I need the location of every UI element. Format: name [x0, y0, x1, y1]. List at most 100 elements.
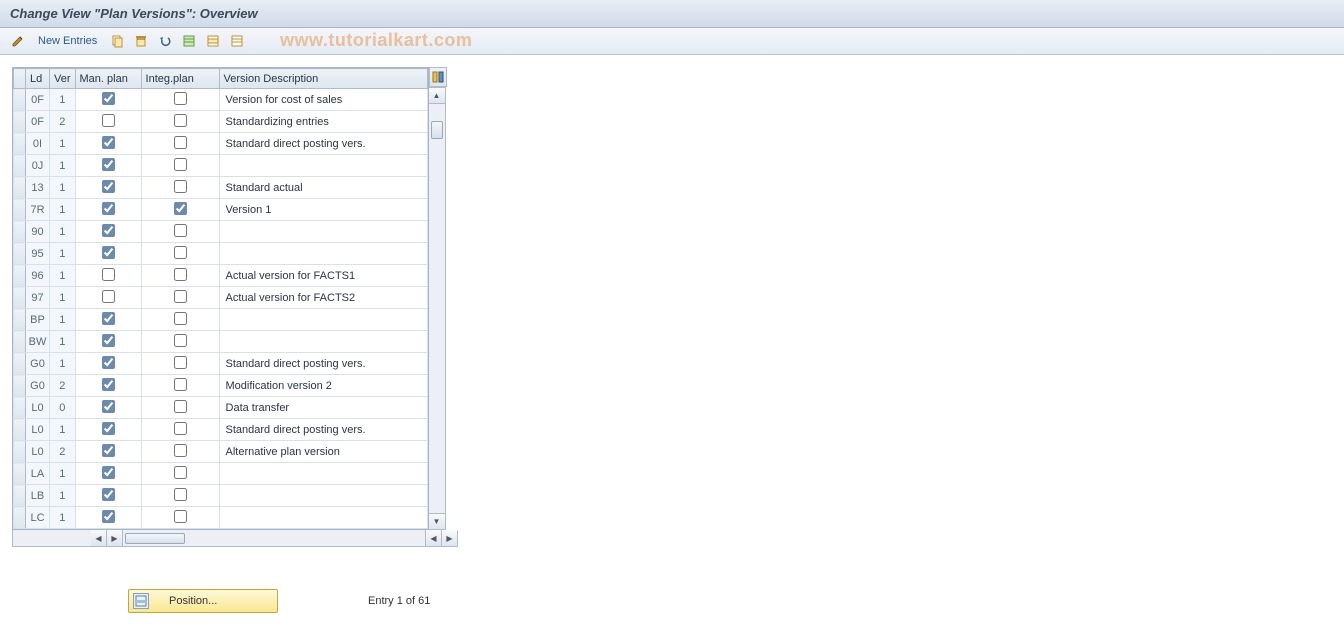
man-plan-checkbox[interactable] [102, 334, 115, 347]
toggle-display-change-icon[interactable] [8, 31, 28, 51]
cell-ld[interactable]: L0 [26, 441, 50, 463]
cell-integ-plan[interactable] [141, 265, 219, 287]
column-header-integ-plan[interactable]: Integ.plan [141, 69, 219, 89]
man-plan-checkbox[interactable] [102, 400, 115, 413]
integ-plan-checkbox[interactable] [174, 202, 187, 215]
cell-ver[interactable]: 1 [50, 265, 76, 287]
man-plan-checkbox[interactable] [102, 356, 115, 369]
integ-plan-checkbox[interactable] [174, 246, 187, 259]
delete-icon[interactable] [131, 31, 151, 51]
copy-as-icon[interactable] [107, 31, 127, 51]
cell-ld[interactable]: 96 [26, 265, 50, 287]
vertical-scrollbar[interactable]: ▲ ▼ [429, 87, 446, 530]
cell-integ-plan[interactable] [141, 507, 219, 529]
row-selector[interactable] [14, 177, 26, 199]
cell-man-plan[interactable] [75, 397, 141, 419]
table-row[interactable]: 131Standard actual [14, 177, 428, 199]
cell-ver[interactable]: 1 [50, 353, 76, 375]
cell-ver[interactable]: 1 [50, 331, 76, 353]
man-plan-checkbox[interactable] [102, 202, 115, 215]
cell-ld[interactable]: 90 [26, 221, 50, 243]
configure-columns-icon[interactable] [429, 67, 447, 87]
man-plan-checkbox[interactable] [102, 466, 115, 479]
cell-ver[interactable]: 1 [50, 485, 76, 507]
cell-ld[interactable]: L0 [26, 397, 50, 419]
integ-plan-checkbox[interactable] [174, 92, 187, 105]
man-plan-checkbox[interactable] [102, 312, 115, 325]
cell-ld[interactable]: G0 [26, 353, 50, 375]
integ-plan-checkbox[interactable] [174, 466, 187, 479]
cell-ver[interactable]: 1 [50, 177, 76, 199]
cell-integ-plan[interactable] [141, 199, 219, 221]
integ-plan-checkbox[interactable] [174, 180, 187, 193]
cell-integ-plan[interactable] [141, 155, 219, 177]
table-row[interactable]: 951 [14, 243, 428, 265]
cell-man-plan[interactable] [75, 221, 141, 243]
man-plan-checkbox[interactable] [102, 136, 115, 149]
table-row[interactable]: G01Standard direct posting vers. [14, 353, 428, 375]
new-entries-button[interactable]: New Entries [32, 33, 103, 49]
cell-integ-plan[interactable] [141, 243, 219, 265]
row-selector[interactable] [14, 243, 26, 265]
cell-man-plan[interactable] [75, 507, 141, 529]
integ-plan-checkbox[interactable] [174, 290, 187, 303]
man-plan-checkbox[interactable] [102, 510, 115, 523]
scroll-down-icon[interactable]: ▼ [429, 513, 445, 529]
cell-description[interactable]: Standard direct posting vers. [219, 133, 427, 155]
man-plan-checkbox[interactable] [102, 422, 115, 435]
row-selector[interactable] [14, 331, 26, 353]
row-selector[interactable] [14, 221, 26, 243]
man-plan-checkbox[interactable] [102, 444, 115, 457]
cell-integ-plan[interactable] [141, 177, 219, 199]
cell-ld[interactable]: 7R [26, 199, 50, 221]
row-selector[interactable] [14, 353, 26, 375]
cell-ver[interactable]: 1 [50, 507, 76, 529]
man-plan-checkbox[interactable] [102, 268, 115, 281]
scroll-thumb-horizontal[interactable] [125, 533, 185, 544]
cell-man-plan[interactable] [75, 243, 141, 265]
table-row[interactable]: 961 Actual version for FACTS1 [14, 265, 428, 287]
table-row[interactable]: 0J1 [14, 155, 428, 177]
cell-ver[interactable]: 1 [50, 89, 76, 111]
cell-description[interactable]: Standard actual [219, 177, 427, 199]
man-plan-checkbox[interactable] [102, 224, 115, 237]
integ-plan-checkbox[interactable] [174, 378, 187, 391]
table-row[interactable]: 0F2Standardizing entries [14, 111, 428, 133]
man-plan-checkbox[interactable] [102, 114, 115, 127]
cell-description[interactable]: Data transfer [219, 397, 427, 419]
table-row[interactable]: G02Modification version 2 [14, 375, 428, 397]
deselect-all-icon[interactable] [227, 31, 247, 51]
row-selector[interactable] [14, 287, 26, 309]
cell-ld[interactable]: L0 [26, 419, 50, 441]
cell-ver[interactable]: 2 [50, 111, 76, 133]
cell-description[interactable] [219, 309, 427, 331]
cell-description[interactable]: Actual version for FACTS1 [219, 265, 427, 287]
row-selector[interactable] [14, 155, 26, 177]
cell-integ-plan[interactable] [141, 463, 219, 485]
row-selector[interactable] [14, 463, 26, 485]
column-header-man-plan[interactable]: Man. plan [75, 69, 141, 89]
cell-man-plan[interactable] [75, 353, 141, 375]
cell-integ-plan[interactable] [141, 441, 219, 463]
cell-ver[interactable]: 2 [50, 441, 76, 463]
man-plan-checkbox[interactable] [102, 246, 115, 259]
table-row[interactable]: 971Actual version for FACTS2 [14, 287, 428, 309]
select-all-icon[interactable] [179, 31, 199, 51]
cell-ld[interactable]: BP [26, 309, 50, 331]
cell-ver[interactable]: 1 [50, 243, 76, 265]
cell-man-plan[interactable] [75, 265, 141, 287]
table-row[interactable]: L02Alternative plan version [14, 441, 428, 463]
cell-man-plan[interactable] [75, 463, 141, 485]
cell-description[interactable] [219, 331, 427, 353]
cell-description[interactable]: Version for cost of sales [219, 89, 427, 111]
row-selector[interactable] [14, 485, 26, 507]
row-selector[interactable] [14, 111, 26, 133]
cell-description[interactable]: Standard direct posting vers. [219, 419, 427, 441]
scroll-up-icon[interactable]: ▲ [429, 88, 445, 104]
row-selector[interactable] [14, 419, 26, 441]
man-plan-checkbox[interactable] [102, 488, 115, 501]
table-row[interactable]: L00Data transfer [14, 397, 428, 419]
cell-description[interactable] [219, 507, 427, 529]
column-header-ld[interactable]: Ld [26, 69, 50, 89]
scroll-left-end-icon[interactable]: ◀ [425, 530, 441, 546]
